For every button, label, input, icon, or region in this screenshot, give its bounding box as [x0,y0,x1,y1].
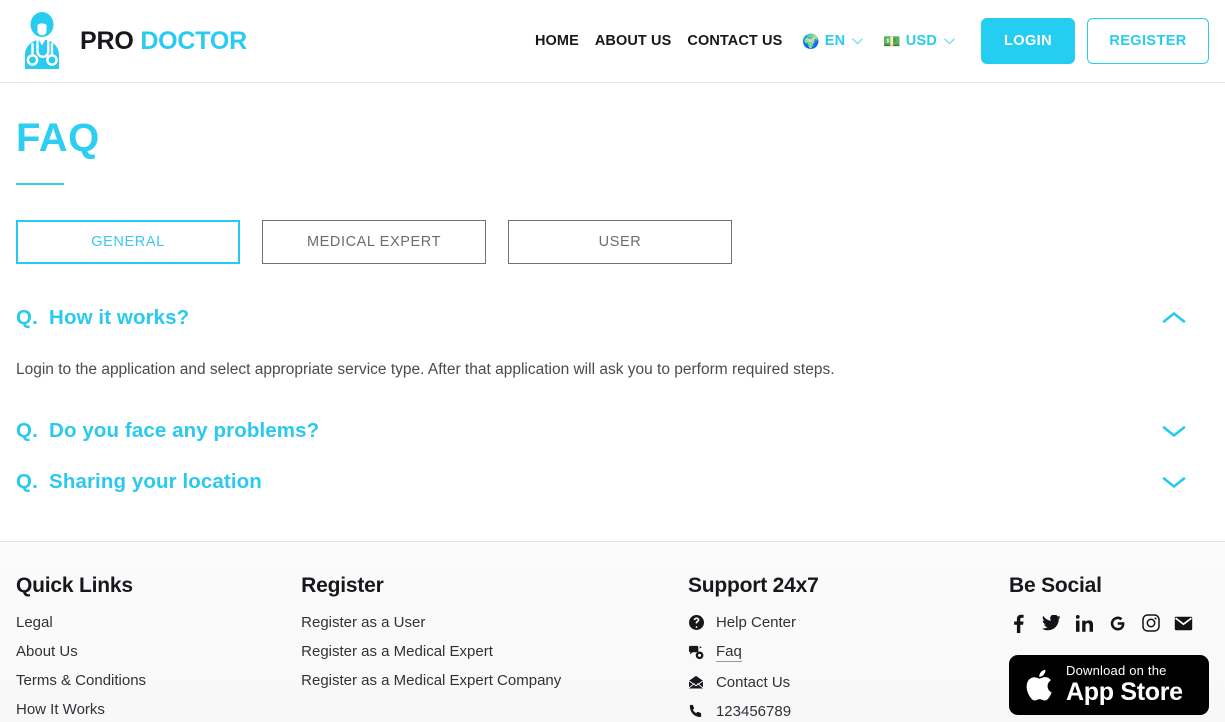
login-button[interactable]: LOGIN [981,18,1075,64]
footer-link-register-medical-expert[interactable]: Register as a Medical Expert [301,643,688,660]
faq-accordion: Q. How it works? Login to the applicatio… [16,292,1209,507]
envelope-icon[interactable] [1174,614,1193,633]
footer-heading-support: Support 24x7 [687,573,819,597]
faq-question-header[interactable]: Q. How it works? [16,292,1209,343]
tab-general[interactable]: GENERAL [16,220,240,264]
footer-column-register: Register Register as a User Register as … [301,574,688,722]
page-title: FAQ [16,116,100,160]
faq-answer-text: Login to the application and select appr… [16,361,835,378]
brand-name-doctor: DOCTOR [140,26,248,55]
nav-link-home[interactable]: HOME [527,33,587,49]
footer-heading-register: Register [301,573,384,597]
social-icon-list [1009,614,1209,633]
faq-item: Q. Sharing your location [16,456,1209,507]
faq-item: Q. How it works? Login to the applicatio… [16,292,1209,405]
support-label-phone[interactable]: 123456789 [716,703,791,720]
chevron-down-icon[interactable] [1161,423,1187,439]
money-icon: 💵 [883,33,901,49]
tab-user[interactable]: USER [508,220,732,264]
nav-link-contact-us[interactable]: CONTACT US [679,33,790,49]
chevron-down-icon [944,37,955,45]
footer-column-quick-links: Quick Links Legal About Us Terms & Condi… [16,574,301,722]
faq-question-text: How it works? [49,306,190,329]
main-content: FAQ GENERAL MEDICAL EXPERT USER Q. How i… [0,115,1225,507]
support-row-faq[interactable]: Faq [688,643,1009,662]
support-row-contact-us[interactable]: Contact Us [688,674,1009,691]
phone-icon [688,703,705,719]
footer-column-social: Be Social Download on the App Store [1009,574,1209,722]
faq-question-header[interactable]: Q. Sharing your location [16,456,1209,507]
site-header: PRO DOCTOR HOME ABOUT US CONTACT US 🌍 EN… [0,0,1225,83]
twitter-icon[interactable] [1042,614,1061,633]
chevron-down-icon[interactable] [1161,474,1187,490]
language-value: EN [824,33,846,49]
nav-link-about-us[interactable]: ABOUT US [587,33,680,49]
question-prefix: Q. [16,306,39,329]
support-row-phone[interactable]: 123456789 [688,703,1009,720]
faq-item: Q. Do you face any problems? [16,405,1209,456]
footer-link-about-us[interactable]: About Us [16,643,301,660]
faq-question-text: Do you face any problems? [49,418,320,442]
comments-icon [688,644,705,660]
question-prefix: Q. [16,418,39,442]
linkedin-icon[interactable] [1075,614,1094,633]
register-button[interactable]: REGISTER [1087,18,1209,64]
tab-medical-expert[interactable]: MEDICAL EXPERT [262,220,486,264]
main-navigation: HOME ABOUT US CONTACT US 🌍 EN 💵 USD LOGI… [527,18,1209,64]
footer-link-register-user[interactable]: Register as a User [301,614,688,631]
support-label-contact-us[interactable]: Contact Us [716,674,790,691]
globe-icon: 🌍 [802,33,820,49]
title-underline [16,183,64,185]
faq-question-text: Sharing your location [49,469,262,493]
app-store-text: Download on the App Store [1066,664,1183,705]
footer-link-how-it-works[interactable]: How It Works [16,701,301,718]
question-circle-icon [688,614,705,630]
brand-name-pro: PRO [80,26,134,55]
google-icon[interactable] [1108,614,1127,633]
chevron-up-icon[interactable] [1161,310,1187,326]
footer-heading-quick-links: Quick Links [16,573,133,597]
app-store-badge[interactable]: Download on the App Store [1009,654,1209,715]
footer-heading-be-social: Be Social [1009,573,1102,597]
faq-category-tabs: GENERAL MEDICAL EXPERT USER [16,220,1209,264]
app-store-big-text: App Store [1066,677,1183,706]
brand-name: PRO DOCTOR [80,27,247,56]
faq-question-header[interactable]: Q. Do you face any problems? [16,405,1209,456]
support-label-help-center[interactable]: Help Center [716,614,796,631]
doctor-icon [25,12,59,69]
envelope-open-icon [688,674,705,690]
apple-icon [1026,669,1052,701]
footer-link-register-medical-expert-company[interactable]: Register as a Medical Expert Company [301,672,688,689]
currency-selector[interactable]: 💵 USD [871,33,963,49]
chevron-down-icon [852,37,864,45]
question-prefix: Q. [16,469,39,493]
brand-logo-link[interactable]: PRO DOCTOR [16,11,247,71]
language-selector[interactable]: 🌍 EN [790,33,871,49]
site-footer: Quick Links Legal About Us Terms & Condi… [0,540,1225,722]
footer-link-legal[interactable]: Legal [16,614,301,631]
facebook-icon[interactable] [1009,614,1028,633]
instagram-icon[interactable] [1141,614,1160,633]
footer-column-support: Support 24x7 Help Center Faq Contact Us … [688,574,1009,722]
support-label-faq[interactable]: Faq [715,643,742,662]
footer-link-terms-conditions[interactable]: Terms & Conditions [16,672,301,689]
support-row-help-center[interactable]: Help Center [688,614,1009,631]
currency-value: USD [905,33,937,49]
app-store-small-text: Download on the [1066,663,1167,679]
